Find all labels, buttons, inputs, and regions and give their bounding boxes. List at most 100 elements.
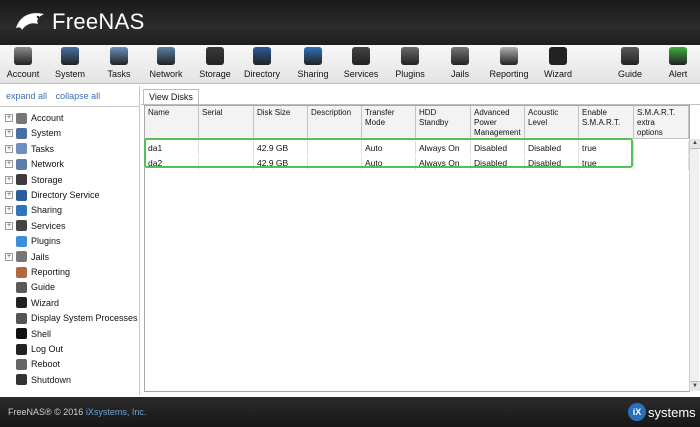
table-cell [634,141,689,155]
main-toolbar: Account System Tasks Network Storage Director… [0,45,700,84]
column-header[interactable]: Transfer Mode [362,106,416,139]
sidebar-item-network[interactable]: + Network [0,157,64,171]
storage-icon [206,47,224,65]
plugins-icon [16,235,27,247]
alert-icon [669,47,687,65]
sidebar-item-label: Guide [31,282,56,293]
toolbar-directory-button[interactable]: Directory [239,47,285,79]
expand-plus-icon[interactable]: + [5,160,13,169]
tab-view-disks[interactable]: View Disks [143,89,199,105]
toolbar-tasks-button[interactable]: Tasks [96,47,142,79]
column-header[interactable]: Advanced Power Management [471,106,525,139]
sidebar-item-account[interactable]: + Account [0,111,64,125]
sidebar-item-plugins[interactable]: Plugins [0,234,61,248]
tasks-icon [110,47,128,65]
toolbar-alert-button[interactable]: Alert [655,47,700,79]
sidebar-item-label: Storage [31,174,63,185]
sidebar-item-reboot[interactable]: Reboot [0,357,60,371]
sidebar-item-storage[interactable]: + Storage [0,173,63,187]
column-header[interactable]: Serial [199,106,254,139]
expand-plus-icon[interactable]: + [5,221,13,230]
expand-plus-icon[interactable]: + [5,252,13,261]
sidebar-item-wizard[interactable]: Wizard [0,296,59,310]
sidebar-item-label: Wizard [31,297,60,308]
jails-icon [16,251,27,263]
sidebar-item-guide[interactable]: Guide [0,280,55,294]
toolbar-account-button[interactable]: Account [0,47,46,79]
processes-icon [16,312,27,324]
column-header[interactable]: S.M.A.R.T. extra options [634,106,689,139]
toolbar-jails-button[interactable]: Jails [437,47,483,79]
sidebar-item-label: Shutdown [31,374,72,385]
sidebar-item-jails[interactable]: + Jails [0,250,49,264]
sidebar-item-label: Network [31,159,65,170]
account-icon [14,47,32,65]
column-header[interactable]: Disk Size [254,106,308,139]
expand-plus-icon[interactable]: + [5,114,13,122]
directory-icon [16,189,27,201]
sidebar-item-shell[interactable]: Shell [0,327,51,341]
column-header[interactable]: Enable S.M.A.R.T. [579,106,634,139]
toolbar-label: Jails [450,69,469,79]
expand-all-link[interactable]: expand all [6,91,47,101]
scroll-down-arrow-icon[interactable]: ▼ [690,381,700,391]
wizard-icon [16,297,27,309]
sidebar-item-log-out[interactable]: Log Out [0,342,63,356]
sidebar-item-directory-service[interactable]: + Directory Service [0,188,100,202]
account-icon [16,112,27,124]
footer-bar: FreeNAS® © 2016 iXsystems, Inc. iX syste… [0,397,700,427]
column-header[interactable]: Description [308,106,362,139]
copyright-label: FreeNAS® © 2016 [8,407,84,417]
sidebar-item-sharing[interactable]: + Sharing [0,203,62,217]
toolbar-network-button[interactable]: Network [143,47,189,79]
services-icon [352,47,370,65]
system-icon [61,47,79,65]
toolbar-plugins-button[interactable]: Plugins [387,47,433,79]
column-header-text: Description [311,108,352,117]
expand-plus-icon[interactable]: + [5,206,13,215]
toolbar-storage-button[interactable]: Storage [192,47,238,79]
expand-plus-icon[interactable]: + [5,175,13,184]
sharing-icon [304,47,322,65]
shutdown-icon [16,374,27,386]
reboot-icon [16,358,27,370]
table-cell [199,141,254,155]
toolbar-reporting-button[interactable]: Reporting [486,47,532,79]
toolbar-label: Sharing [297,69,329,79]
toolbar-services-button[interactable]: Services [338,47,384,79]
scroll-up-arrow-icon[interactable]: ▲ [690,139,700,149]
column-header-text: extra [637,118,655,127]
sidebar-item-tasks[interactable]: + Tasks [0,142,54,156]
grid-header: Name Serial Disk Size Description Transfer Mo… [145,106,689,139]
system-icon [16,127,27,139]
table-cell: Auto [362,141,416,155]
toolbar-guide-button[interactable]: Guide [607,47,653,79]
sidebar-item-display-system-processes[interactable]: Display System Processes [0,311,138,325]
sidebar-item-services[interactable]: + Services [0,219,66,233]
expand-plus-icon[interactable]: + [5,129,13,138]
expand-plus-icon[interactable]: + [5,191,13,199]
column-header-text: options [637,128,663,137]
table-row[interactable]: da2 42.9 GB Auto Always On Disabled Disabled t… [145,156,689,170]
table-row[interactable]: da1 42.9 GB Auto Always On Disabled Disabled t… [145,141,689,155]
logout-icon [16,343,27,355]
directory-icon [253,47,271,65]
ixsystems-logo: iX systems [628,403,696,421]
toolbar-label: Network [149,69,183,79]
toolbar-wizard-button[interactable]: Wizard [535,47,581,79]
column-header-text: HDD [419,108,437,117]
toolbar-system-button[interactable]: System [47,47,93,79]
expand-plus-icon[interactable]: + [5,144,13,153]
company-link[interactable]: iXsystems, Inc. [86,407,147,417]
column-header[interactable]: Acoustic Level [525,106,579,139]
sidebar-item-shutdown[interactable]: Shutdown [0,373,71,387]
toolbar-sharing-button[interactable]: Sharing [290,47,336,79]
sidebar-item-reporting[interactable]: Reporting [0,265,70,279]
table-cell: Disabled [525,156,579,170]
column-header[interactable]: HDD Standby [416,106,471,139]
toolbar-label: Directory [243,69,280,79]
column-header[interactable]: Name [145,106,199,139]
grid-scrollbar[interactable]: ▲ ▼ [689,139,700,391]
collapse-all-link[interactable]: collapse all [56,91,101,101]
sidebar-item-system[interactable]: + System [0,126,61,140]
